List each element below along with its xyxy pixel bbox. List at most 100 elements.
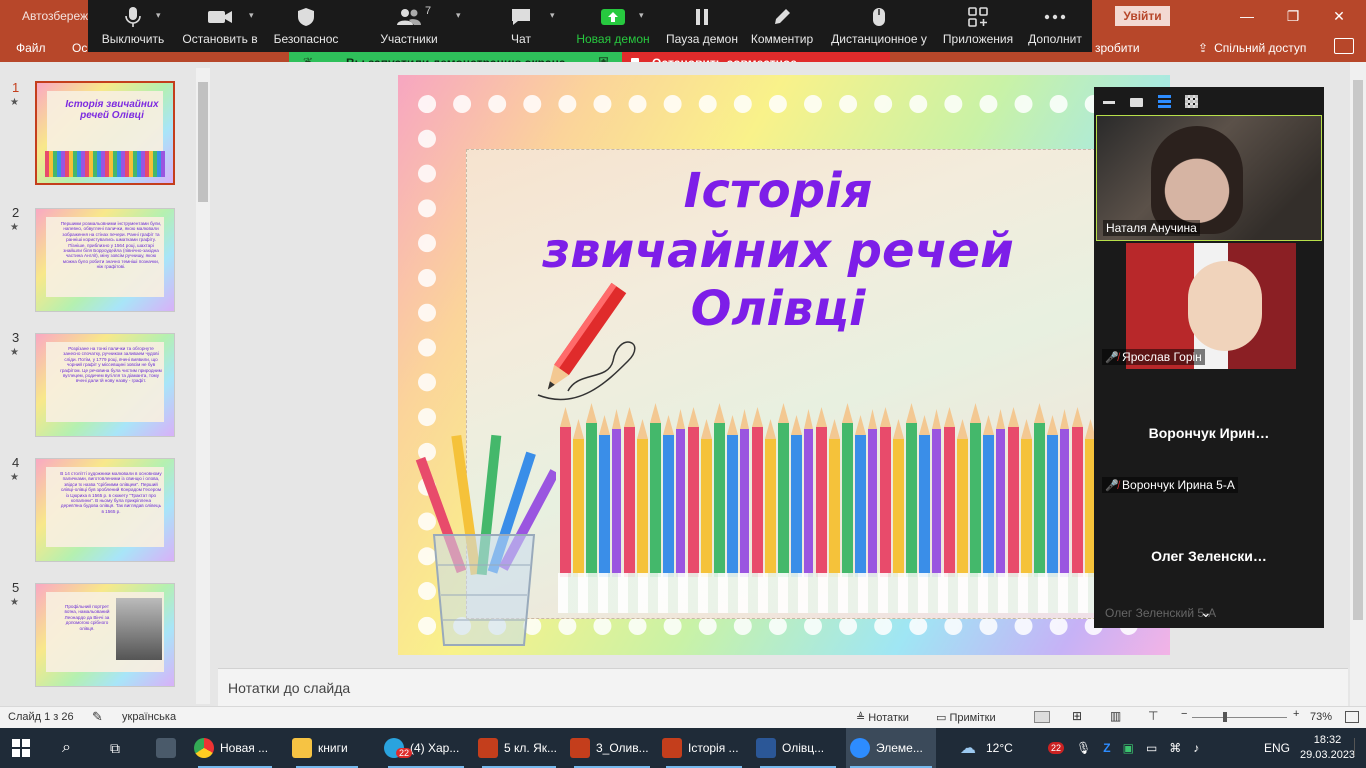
zoom-out-icon[interactable]: − xyxy=(1181,708,1187,720)
chevron-down-icon[interactable]: ▾ xyxy=(156,10,161,21)
spellcheck-icon[interactable]: ✎ xyxy=(92,709,103,725)
tray-app-icon[interactable]: ▣ xyxy=(1123,741,1134,755)
participant-tile-2[interactable]: 🎤̸ Ярослав Горін xyxy=(1096,243,1322,369)
more-button[interactable]: Дополнит xyxy=(1022,6,1088,46)
chevron-down-icon[interactable]: ▾ xyxy=(639,10,644,21)
zoom-slider[interactable] xyxy=(1192,717,1287,718)
participant-name: Наталя Анучина xyxy=(1103,220,1200,236)
thumbnail-scrollbar[interactable] xyxy=(196,68,210,704)
participant-name: Ворончук Ирина 5-А xyxy=(1122,478,1235,492)
app-label: Історія ... xyxy=(688,741,739,755)
annotate-pen-icon xyxy=(748,6,816,28)
thumb-number: 2 xyxy=(12,205,20,220)
taskbar-app-telegram[interactable]: (4) Хар... 22 xyxy=(384,728,468,768)
zoom-slider-thumb[interactable] xyxy=(1223,712,1227,722)
participants-button[interactable]: Участники xyxy=(372,6,446,46)
remote-control-label: Дистанционное у xyxy=(831,32,927,46)
chevron-down-icon[interactable]: ▾ xyxy=(550,10,555,21)
taskbar-app-word[interactable]: Олівц... xyxy=(756,728,840,768)
annotate-button[interactable]: Комментир xyxy=(748,6,816,46)
slide-thumbnail-1[interactable]: Історія звичайних речей Олівці xyxy=(35,81,175,185)
notes-toggle[interactable]: ≜ Нотатки xyxy=(856,711,909,724)
reading-view-icon[interactable]: ▥ xyxy=(1110,709,1121,723)
slide-thumbnail-4[interactable]: В 14 столітті художники малювали в основ… xyxy=(35,458,175,562)
search-icon[interactable]: ⌕ xyxy=(62,728,71,768)
participant-tile-3[interactable]: Ворончук Ирин… 🎤̸ Ворончук Ирина 5-А xyxy=(1096,371,1322,497)
comments-toggle[interactable]: ▭ Примітки xyxy=(936,711,996,724)
chat-label: Чат xyxy=(511,32,531,46)
animation-star-icon: ★ xyxy=(10,472,19,483)
stop-video-button[interactable]: Остановить в xyxy=(180,6,260,46)
panel-header xyxy=(1094,87,1324,115)
tray-badge[interactable]: 22 xyxy=(1048,742,1065,754)
tab-file[interactable]: Файл xyxy=(16,41,46,55)
portrait-image xyxy=(116,598,162,660)
taskbar-app-explorer[interactable]: книги xyxy=(292,728,362,768)
chat-button[interactable]: Чат xyxy=(500,6,542,46)
participant-display-name: Олег Зеленски… xyxy=(1151,548,1267,564)
pause-share-button[interactable]: Пауза демон xyxy=(662,6,742,46)
speaker-view-icon[interactable] xyxy=(1130,98,1143,107)
taskbar-app-zoom[interactable]: Элеме... xyxy=(846,728,936,768)
tray-window-icon[interactable]: ▭ xyxy=(1146,741,1157,755)
start-button[interactable] xyxy=(12,728,30,768)
weather-widget[interactable]: ☁ 12°C xyxy=(960,728,1013,768)
tell-me-text[interactable]: зробити xyxy=(1095,41,1140,55)
strip-view-icon[interactable] xyxy=(1158,95,1171,108)
taskbar-app-ppt-2[interactable]: 3_Олив... xyxy=(570,728,654,768)
slide-scrollbar[interactable] xyxy=(1350,62,1366,706)
comments-label: Примітки xyxy=(949,712,996,724)
notes-pane[interactable]: Нотатки до слайда xyxy=(218,668,1348,706)
autosave-label[interactable]: Автозбереж xyxy=(22,9,88,23)
slide-thumbnail-2[interactable]: Першими розмальовними інструментами були… xyxy=(35,208,175,312)
current-slide[interactable]: Історія звичайних речей Олівці xyxy=(398,75,1170,655)
taskbar-app-ppt-3[interactable]: Історія ... xyxy=(662,728,746,768)
animation-star-icon: ★ xyxy=(10,222,19,233)
close-icon[interactable]: ✕ xyxy=(1316,0,1362,32)
zoom-tray-icon[interactable]: Z xyxy=(1103,741,1110,755)
restore-icon[interactable]: ❐ xyxy=(1270,0,1316,32)
normal-view-icon[interactable] xyxy=(1034,711,1050,723)
participant-tile-1[interactable]: Наталя Анучина xyxy=(1096,115,1322,241)
task-view-icon[interactable]: ⧉ xyxy=(110,728,120,768)
zoom-level[interactable]: 73% xyxy=(1310,711,1332,723)
weather-temp: 12°C xyxy=(986,741,1013,755)
minimize-icon[interactable]: — xyxy=(1224,0,1270,32)
apps-button[interactable]: Приложения xyxy=(940,6,1016,46)
participant-face xyxy=(1151,126,1243,234)
slideshow-icon[interactable]: ⊤ xyxy=(1148,709,1158,723)
show-desktop-button[interactable] xyxy=(1354,738,1364,756)
network-icon[interactable]: ⌘ xyxy=(1169,741,1181,755)
keyboard-language[interactable]: ENG xyxy=(1264,728,1290,768)
app-label: Олівц... xyxy=(782,741,825,755)
system-tray: 22 🎙 Z ▣ ▭ ⌘ ♪ xyxy=(1048,728,1199,768)
chevron-down-icon[interactable]: ⌄ xyxy=(1200,604,1212,621)
fit-to-window-icon[interactable] xyxy=(1345,711,1359,723)
taskbar-app-chrome[interactable]: Новая ... xyxy=(194,728,276,768)
remote-control-button[interactable]: Дистанционное у xyxy=(828,6,930,46)
windows-logo-icon xyxy=(12,739,30,757)
comment-icon[interactable] xyxy=(1334,38,1354,54)
security-button[interactable]: Безопаснос xyxy=(268,6,344,46)
slide-thumbnail-5[interactable]: Профільний портрет воїна, намальований Л… xyxy=(35,583,175,687)
share-button[interactable]: ⇪ Спільний доступ xyxy=(1198,41,1306,55)
signin-button[interactable]: Увійти xyxy=(1115,6,1170,26)
slide-sorter-icon[interactable]: ⊞ xyxy=(1072,709,1082,723)
calculator-icon[interactable] xyxy=(156,728,176,768)
clock[interactable]: 18:32 29.03.2023 xyxy=(1300,733,1355,763)
minimize-icon[interactable] xyxy=(1103,101,1115,104)
language-indicator[interactable]: українська xyxy=(122,711,176,723)
participant-name-row: 🎤̸ Ворончук Ирина 5-А xyxy=(1102,477,1238,493)
shield-icon xyxy=(268,6,344,28)
apps-icon xyxy=(940,6,1016,28)
zoom-in-icon[interactable]: + xyxy=(1293,708,1299,720)
chevron-down-icon[interactable]: ▾ xyxy=(456,10,461,21)
powerpoint-icon xyxy=(478,738,498,758)
participant-tile-4[interactable]: Олег Зеленски… Олег Зеленский 5-А ⌄ xyxy=(1096,499,1322,625)
taskbar-app-ppt-1[interactable]: 5 кл. Як... xyxy=(478,728,560,768)
microphone-icon[interactable]: 🎙 xyxy=(1076,741,1091,755)
chevron-down-icon[interactable]: ▾ xyxy=(249,10,254,21)
volume-icon[interactable]: ♪ xyxy=(1193,741,1199,755)
gallery-view-icon[interactable] xyxy=(1185,95,1198,108)
slide-thumbnail-3[interactable]: Розрізане на тонкі палички та обгорнуте … xyxy=(35,333,175,437)
